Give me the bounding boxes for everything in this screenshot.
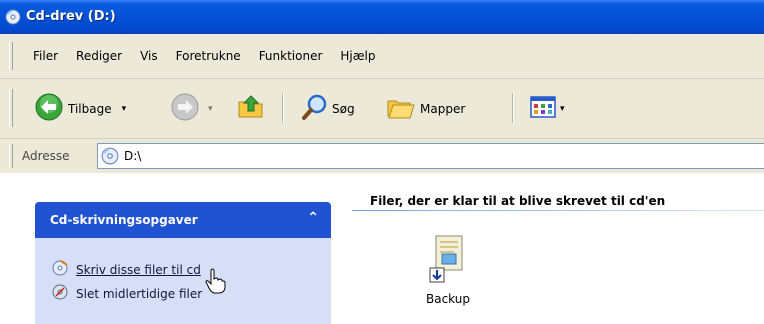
task-write-to-cd-label: Skriv disse filer til cd <box>76 262 201 277</box>
cd-write-icon <box>52 260 68 279</box>
file-name: Backup <box>426 292 470 306</box>
back-label: Tilbage <box>68 101 112 116</box>
section-title: Filer, der er klar til at blive skrevet … <box>370 194 666 208</box>
views-dropdown-icon[interactable]: ▾ <box>560 104 565 114</box>
task-panel-title: Cd-skrivningsopgaver <box>50 213 198 227</box>
views-button[interactable]: ▾ <box>528 79 565 138</box>
hand-cursor-icon <box>204 268 226 297</box>
back-button[interactable]: Tilbage ▾ <box>34 79 126 138</box>
address-value: D:\ <box>124 149 142 163</box>
standard-toolbar: Tilbage ▾ ▾ Søg Mapper ▾ <box>0 79 764 139</box>
window-title: Cd-drev (D:) <box>26 9 116 24</box>
address-input[interactable]: D:\ <box>97 143 764 169</box>
toolbar-separator <box>282 93 284 123</box>
folders-icon <box>386 92 416 125</box>
menu-item-foretrukne[interactable]: Foretrukne <box>167 49 250 63</box>
task-panel-body: Skriv disse filer til cd Slet midlertidi… <box>35 238 331 324</box>
task-delete-temp-files-label: Slet midlertidige filer <box>76 286 203 301</box>
collapse-icon[interactable]: ⌃ <box>307 210 319 226</box>
menu-item-vis[interactable]: Vis <box>131 49 167 63</box>
address-bar: Adresse D:\ <box>0 139 764 173</box>
task-panel-header[interactable]: Cd-skrivningsopgaver ⌃ <box>35 202 331 238</box>
file-view: Filer, der er klar til at blive skrevet … <box>0 174 764 324</box>
menu-item-rediger[interactable]: Rediger <box>67 49 131 63</box>
menu-item-funktioner[interactable]: Funktioner <box>250 49 332 63</box>
search-button[interactable]: Søg <box>300 79 355 138</box>
menu-item-hjaelp[interactable]: Hjælp <box>331 49 384 63</box>
task-delete-temp-files[interactable]: Slet midlertidige filer <box>52 284 202 303</box>
menu-grip[interactable] <box>9 42 13 70</box>
folders-button[interactable]: Mapper <box>386 79 465 138</box>
title-bar[interactable]: Cd-drev (D:) <box>0 0 764 34</box>
forward-dropdown-icon[interactable]: ▾ <box>208 104 213 114</box>
address-label: Adresse <box>22 149 70 163</box>
back-arrow-icon <box>34 92 64 125</box>
task-panel: Cd-skrivningsopgaver ⌃ Skriv disse filer… <box>35 202 331 324</box>
up-folder-button[interactable] <box>236 79 266 138</box>
cd-drive-icon <box>5 9 21 25</box>
folders-label: Mapper <box>420 101 466 116</box>
toolbar-separator <box>512 93 514 123</box>
task-write-to-cd[interactable]: Skriv disse filer til cd <box>52 260 201 279</box>
forward-button[interactable]: ▾ <box>170 79 213 138</box>
menu-item-filer[interactable]: Filer <box>24 49 67 63</box>
search-icon <box>300 92 330 125</box>
menu-bar: Filer Rediger Vis Foretrukne Funktioner … <box>0 34 764 79</box>
toolbar-grip[interactable] <box>9 89 13 127</box>
cd-drive-icon <box>101 147 119 168</box>
section-divider <box>352 210 764 211</box>
file-pending-icon <box>426 232 470 291</box>
search-label: Søg <box>332 101 355 116</box>
forward-arrow-icon <box>170 92 200 125</box>
up-folder-icon <box>236 92 266 125</box>
address-grip[interactable] <box>9 144 13 168</box>
back-dropdown-icon[interactable]: ▾ <box>122 104 127 114</box>
views-icon <box>528 92 558 125</box>
delete-temp-files-icon <box>52 284 68 303</box>
